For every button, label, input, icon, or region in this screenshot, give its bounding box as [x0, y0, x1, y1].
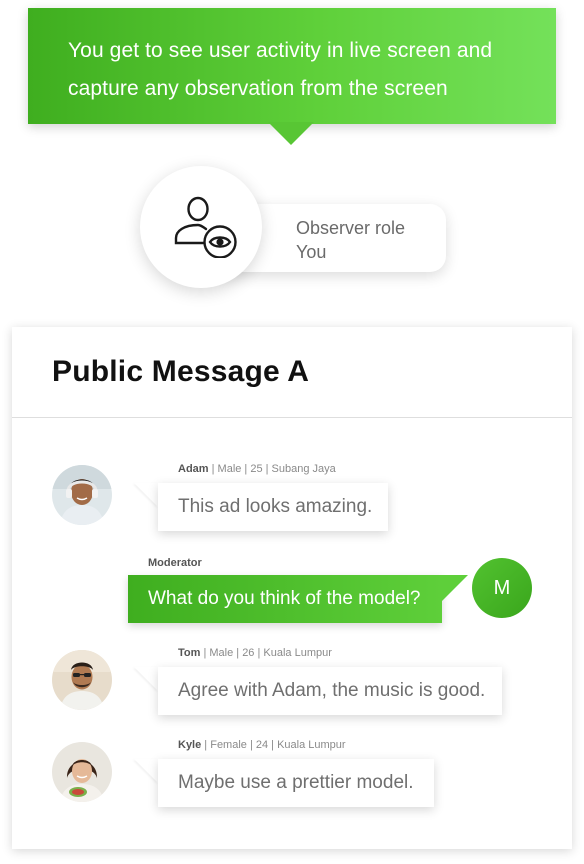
observer-user-eye-icon: [174, 196, 237, 258]
message-bubble-adam: This ad looks amazing.: [158, 483, 388, 531]
message-meta-tom: Tom | Male | 26 | Kuala Lumpur: [178, 647, 332, 659]
bubble-tail: [134, 483, 158, 507]
bubble-tail: [134, 759, 158, 783]
public-message-card: Public Message A Adam | Male | 25 | Suba…: [12, 327, 572, 849]
sender-details: | Male | 26 | Kuala Lumpur: [200, 647, 332, 659]
moderator-message-text: What do you think of the model?: [148, 588, 421, 609]
sender-details: | Male | 25 | Subang Jaya: [208, 463, 336, 475]
banner-line-2: capture any observation from the screen: [68, 77, 448, 100]
role-title: Observer role: [296, 218, 406, 238]
message-bubble-kyle: Maybe use a prettier model.: [158, 759, 434, 807]
message-text: Agree with Adam, the music is good.: [178, 680, 486, 701]
avatar-tom: [52, 650, 112, 710]
message-bubble-tom: Agree with Adam, the music is good.: [158, 667, 502, 715]
avatar-kyle: [52, 742, 112, 802]
avatar-adam: [52, 465, 112, 525]
sender-name: Tom: [178, 647, 201, 659]
message-text: Maybe use a prettier model.: [178, 772, 414, 793]
sender-name: Adam: [178, 463, 209, 475]
message-meta-kyle: Kyle | Female | 24 | Kuala Lumpur: [178, 739, 346, 751]
bubble-tail: [134, 667, 158, 691]
info-banner: You get to see user activity in live scr…: [28, 8, 556, 124]
message-meta-adam: Adam | Male | 25 | Subang Jaya: [178, 463, 336, 475]
role-name: You: [296, 242, 327, 262]
sender-details: | Female | 24 | Kuala Lumpur: [201, 739, 346, 751]
moderator-message-bubble: What do you think of the model?: [128, 575, 442, 623]
moderator-bubble-tail: [442, 575, 468, 601]
banner-pointer: [268, 122, 314, 145]
message-text: This ad looks amazing.: [178, 496, 373, 517]
sender-name: Kyle: [178, 739, 202, 751]
observer-icon-circle: [140, 166, 262, 288]
card-title: Public Message A: [52, 355, 310, 388]
moderator-avatar: M: [472, 558, 532, 618]
banner-line-1: You get to see user activity in live scr…: [68, 39, 493, 62]
card-header: Public Message A: [12, 327, 572, 418]
moderator-label: Moderator: [148, 557, 202, 569]
